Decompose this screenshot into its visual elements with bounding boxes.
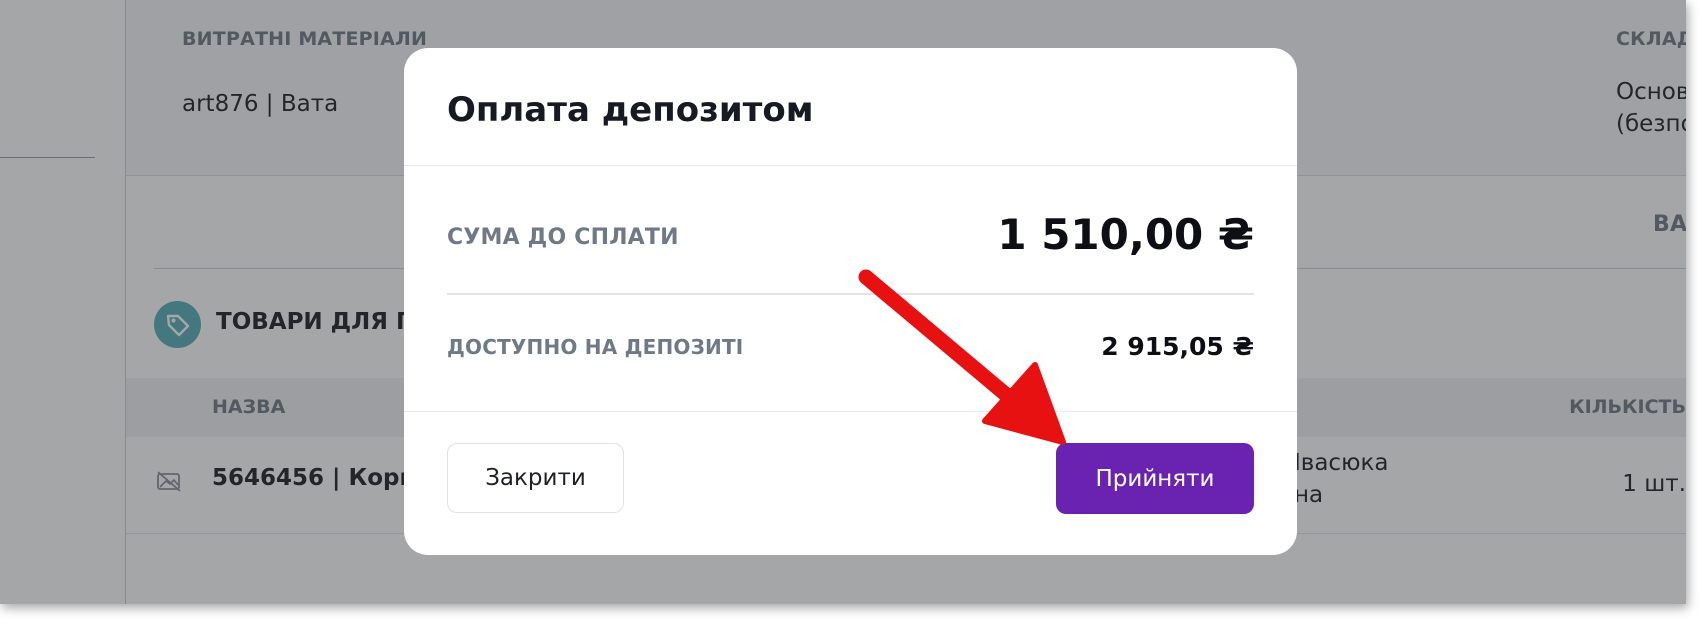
amount-due-label: СУМА ДО СПЛАТИ	[447, 225, 679, 250]
deposit-payment-modal: Оплата депозитом СУМА ДО СПЛАТИ 1 510,00…	[404, 48, 1297, 555]
amount-due-value: 1 510,00 ₴	[997, 210, 1254, 259]
modal-header: Оплата депозитом	[404, 48, 1297, 166]
close-button[interactable]: Закрити	[447, 443, 624, 513]
deposit-available-label: ДОСТУПНО НА ДЕПОЗИТІ	[447, 335, 744, 359]
accept-button[interactable]: Прийняти	[1056, 443, 1254, 514]
modal-footer: Закрити Прийняти	[404, 412, 1297, 555]
modal-body-divider	[447, 293, 1254, 295]
modal-body: СУМА ДО СПЛАТИ 1 510,00 ₴ ДОСТУПНО НА ДЕ…	[404, 166, 1297, 412]
modal-title: Оплата депозитом	[447, 90, 814, 130]
app-screen: ВИТРАТНІ МАТЕРІАЛИ art876 | Вата СКЛАД О…	[0, 0, 1686, 604]
deposit-available-value: 2 915,05 ₴	[1101, 332, 1254, 361]
